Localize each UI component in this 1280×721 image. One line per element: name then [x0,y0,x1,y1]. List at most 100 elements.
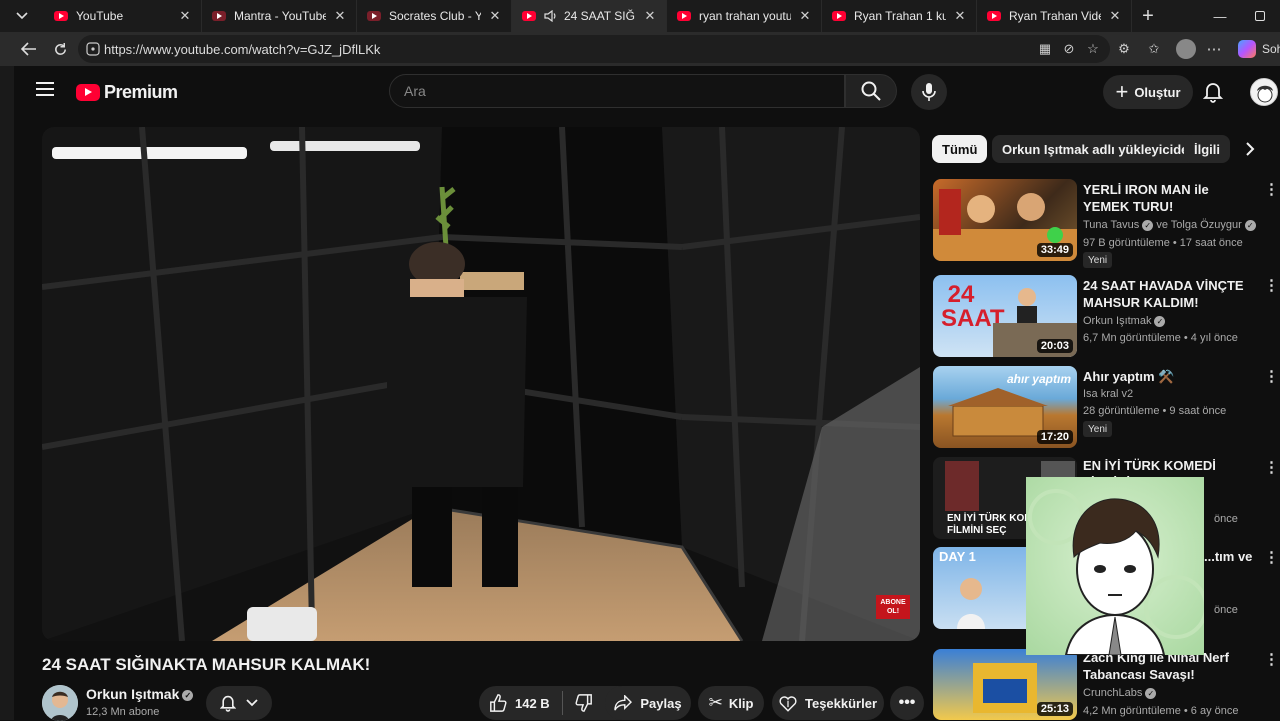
share-button[interactable]: Paylaş [605,686,691,720]
chips-next-button[interactable] [1246,142,1255,161]
dislike-button[interactable] [575,694,593,712]
scissors-icon: ✂ [708,693,723,712]
rec-meta-3: 28 görüntüleme • 9 saat önce [1083,405,1227,417]
kebab-icon: ⋮ [1264,651,1279,668]
rec-channel-6[interactable]: CrunchLabs ✓ [1083,687,1157,699]
browser-tab-ryan-kurus[interactable]: Ryan Trahan 1 kuruş ile ✕ [822,0,977,32]
back-button[interactable] [17,37,41,61]
voice-search-button[interactable] [911,74,947,110]
chip-all[interactable]: Tümü [932,135,988,163]
chip-related[interactable]: İlgili [1184,135,1230,163]
tab-close-icon[interactable]: ✕ [177,8,193,24]
youtube-premium-logo[interactable]: Premium [76,82,178,103]
rec-menu-5[interactable]: ⋮ [1264,548,1279,566]
rec-menu-3[interactable]: ⋮ [1264,367,1279,385]
tab-close-icon[interactable]: ✕ [1107,8,1123,24]
verified-badge-icon: ✓ [1142,219,1154,231]
youtube-favicon-icon [522,11,536,21]
tracking-prevention-icon[interactable]: ⊘ [1061,41,1077,57]
rec-title-3[interactable]: Ahır yaptım ⚒️ [1083,368,1253,385]
clip-button[interactable]: ✂ Klip [698,686,764,720]
browser-tab-bar: YouTube ✕ Mantra - YouTube ✕ Socrates Cl… [0,0,1280,32]
like-count: 142 B [515,695,550,711]
notifications-button[interactable] [1202,81,1224,108]
rec-thumbnail-6[interactable]: 25:13 [933,649,1077,720]
account-avatar[interactable] [1250,78,1278,106]
chevron-right-icon [1246,142,1255,156]
youtube-favicon-icon [212,11,226,21]
thanks-button[interactable]: Teşekkürler [772,686,884,720]
browser-tab-socrates[interactable]: Socrates Club - YouTube ✕ [357,0,512,32]
reload-button[interactable] [48,37,72,61]
copilot-icon[interactable] [1238,40,1256,58]
chip-from-uploader[interactable]: Orkun Işıtmak adlı yükleyiciden [992,135,1207,163]
browser-tab-ryan-channel[interactable]: ryan trahan youtube kanalı ✕ [667,0,822,32]
duration-badge: 33:49 [1036,243,1073,257]
rec-menu-4[interactable]: ⋮ [1264,458,1279,476]
rec-thumbnail-2[interactable]: 24 SAAT 20:03 [933,275,1077,357]
tab-label: 24 SAAT SIĞINAKTA [564,9,636,23]
tab-label: ryan trahan youtube kanalı [699,9,791,23]
rec-channel-3[interactable]: Isa kral v2 [1083,388,1133,400]
search-icon [861,81,881,101]
verified-badge-icon: ✓ [182,689,194,701]
video-player[interactable]: ABONE OL! [42,127,920,641]
rec-menu-6[interactable]: ⋮ [1264,650,1279,668]
hamburger-menu-icon [36,82,54,96]
search-button[interactable] [845,74,897,108]
youtube-favicon-icon [832,11,846,21]
favorites-icon[interactable]: ✩ [1146,41,1162,57]
rec-menu-2[interactable]: ⋮ [1264,276,1279,294]
minimize-button[interactable]: — [1200,0,1240,32]
tab-close-icon[interactable]: ✕ [797,8,813,24]
more-actions-button[interactable]: ••• [890,686,924,720]
rec-channel-name: CrunchLabs [1083,687,1143,699]
url-field[interactable]: https://www.youtube.com/watch?v=GJZ_jDfl… [78,35,1110,63]
guide-menu-button[interactable] [36,82,54,101]
rec-meta-4: önce [1214,513,1238,525]
like-button[interactable]: 142 B [489,694,550,712]
browser-tab-ryan-video[interactable]: Ryan Trahan Video Başı ✕ [977,0,1132,32]
rec-menu-1[interactable]: ⋮ [1264,180,1279,198]
tab-label: Ryan Trahan Video Başı [1009,9,1101,23]
rec-title-5[interactable]: ...tım ve [1204,548,1264,565]
copilot-label[interactable]: Soh [1262,42,1280,56]
share-label: Paylaş [640,695,682,711]
cartoon-character-overlay [1026,477,1204,655]
rec-channel-2[interactable]: Orkun Işıtmak ✓ [1083,315,1166,327]
tab-close-icon[interactable]: ✕ [332,8,348,24]
rec-thumbnail-3[interactable]: ahır yaptım 17:20 [933,366,1077,448]
extensions-icon[interactable]: ⚙ [1116,41,1132,57]
channel-avatar[interactable] [42,685,78,721]
subscribe-watermark[interactable]: ABONE OL! [876,595,910,619]
browser-tab-youtube[interactable]: YouTube ✕ [44,0,202,32]
subscription-bell-button[interactable] [206,686,272,720]
browser-toolbar: https://www.youtube.com/watch?v=GJZ_jDfl… [0,32,1280,66]
tab-close-icon[interactable]: ✕ [952,8,968,24]
rec-channel-1[interactable]: Tuna Tavus ✓ ve Tolga Özuygur ✓ [1083,219,1256,231]
video-title: 24 SAAT SIĞINAKTA MAHSUR KALMAK! [42,655,371,674]
channel-name[interactable]: Orkun Işıtmak ✓ [86,686,194,702]
cartoon-boy-image [1028,489,1204,655]
browser-tab-mantra[interactable]: Mantra - YouTube ✕ [202,0,357,32]
tab-list-dropdown[interactable] [0,0,44,32]
rec-meta-6: 4,2 Mn görüntüleme • 6 ay önce [1083,705,1239,717]
rec-title-1[interactable]: YERLİ IRON MAN ile YEMEK TURU! [1083,181,1253,215]
favorite-star-icon[interactable]: ☆ [1085,41,1101,57]
new-tab-button[interactable]: + [1132,5,1164,28]
clip-label: Klip [728,695,754,711]
new-badge: Yeni [1083,252,1113,268]
browser-tab-active-video[interactable]: 24 SAAT SIĞINAKTA ✕ [512,0,667,32]
subscriber-count: 12,3 Mn abone [86,706,160,718]
tab-close-icon[interactable]: ✕ [487,8,503,24]
rec-thumbnail-1[interactable]: 33:49 [933,179,1077,261]
create-button[interactable]: + Oluştur [1103,75,1193,109]
rec-title-2[interactable]: 24 SAAT HAVADA VİNÇTE MAHSUR KALDIM! [1083,277,1253,311]
tab-close-icon[interactable]: ✕ [642,8,658,24]
apps-icon[interactable]: ▦ [1037,41,1053,57]
search-placeholder: Ara [404,83,426,99]
maximize-button[interactable] [1240,0,1280,32]
profile-avatar-icon[interactable] [1176,39,1196,59]
search-input[interactable]: Ara [389,74,845,108]
more-options-icon[interactable]: ⋯ [1206,41,1222,58]
